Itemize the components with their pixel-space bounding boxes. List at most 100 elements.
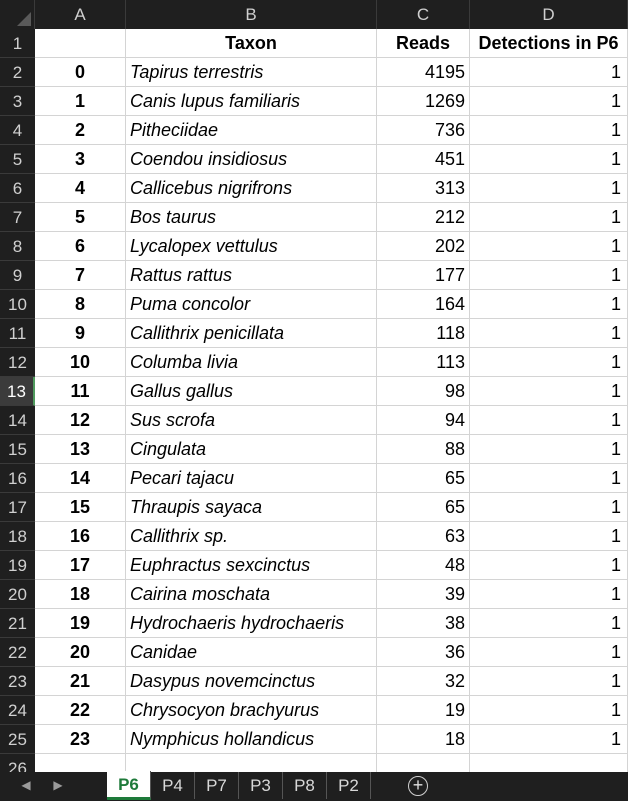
row-header[interactable]: 3: [0, 87, 35, 116]
header-cell-reads[interactable]: Reads: [377, 29, 470, 58]
cell-reads[interactable]: 32: [377, 667, 470, 696]
row-header[interactable]: 19: [0, 551, 35, 580]
cell-index[interactable]: 11: [35, 377, 126, 406]
column-header-b[interactable]: B: [126, 0, 377, 29]
cell-taxon[interactable]: Bos taurus: [126, 203, 377, 232]
cell-index[interactable]: 7: [35, 261, 126, 290]
cell-taxon[interactable]: Nymphicus hollandicus: [126, 725, 377, 754]
cell-reads[interactable]: 65: [377, 464, 470, 493]
cell-index[interactable]: 21: [35, 667, 126, 696]
sheet-tab-p6[interactable]: P6: [107, 771, 151, 800]
cell-detections[interactable]: 1: [470, 261, 628, 290]
row-header[interactable]: 9: [0, 261, 35, 290]
cell-reads[interactable]: 39: [377, 580, 470, 609]
cell-taxon[interactable]: Callithrix sp.: [126, 522, 377, 551]
cell-index[interactable]: 14: [35, 464, 126, 493]
cell-index[interactable]: 4: [35, 174, 126, 203]
cell-reads[interactable]: 113: [377, 348, 470, 377]
cell-taxon[interactable]: Gallus gallus: [126, 377, 377, 406]
cell-taxon[interactable]: Pitheciidae: [126, 116, 377, 145]
cell-index[interactable]: 9: [35, 319, 126, 348]
row-header[interactable]: 11: [0, 319, 35, 348]
cell-empty[interactable]: [35, 754, 126, 772]
cell-index[interactable]: 17: [35, 551, 126, 580]
cell-taxon[interactable]: Pecari tajacu: [126, 464, 377, 493]
cell-detections[interactable]: 1: [470, 377, 628, 406]
cell-reads[interactable]: 451: [377, 145, 470, 174]
sheet-tab-p4[interactable]: P4: [151, 772, 195, 799]
cell-index[interactable]: 19: [35, 609, 126, 638]
row-header[interactable]: 5: [0, 145, 35, 174]
header-cell-taxon[interactable]: Taxon: [126, 29, 377, 58]
header-cell-a[interactable]: [35, 29, 126, 58]
cell-detections[interactable]: 1: [470, 290, 628, 319]
row-header[interactable]: 14: [0, 406, 35, 435]
cell-reads[interactable]: 4195: [377, 58, 470, 87]
cell-taxon[interactable]: Dasypus novemcinctus: [126, 667, 377, 696]
sheet-tab-p8[interactable]: P8: [283, 772, 327, 799]
cell-reads[interactable]: 48: [377, 551, 470, 580]
cell-detections[interactable]: 1: [470, 464, 628, 493]
cell-taxon[interactable]: Rattus rattus: [126, 261, 377, 290]
chevron-right-icon[interactable]: ▶: [50, 778, 66, 792]
cell-taxon[interactable]: Chrysocyon brachyurus: [126, 696, 377, 725]
cell-detections[interactable]: 1: [470, 319, 628, 348]
cell-index[interactable]: 20: [35, 638, 126, 667]
column-header-d[interactable]: D: [470, 0, 628, 29]
row-header[interactable]: 21: [0, 609, 35, 638]
cell-taxon[interactable]: Hydrochaeris hydrochaeris: [126, 609, 377, 638]
cell-index[interactable]: 15: [35, 493, 126, 522]
row-header[interactable]: 16: [0, 464, 35, 493]
cell-detections[interactable]: 1: [470, 348, 628, 377]
cell-index[interactable]: 2: [35, 116, 126, 145]
cell-index[interactable]: 16: [35, 522, 126, 551]
row-header[interactable]: 13: [0, 377, 35, 406]
column-header-c[interactable]: C: [377, 0, 470, 29]
cell-index[interactable]: 3: [35, 145, 126, 174]
cell-reads[interactable]: 98: [377, 377, 470, 406]
row-header[interactable]: 12: [0, 348, 35, 377]
row-header[interactable]: 20: [0, 580, 35, 609]
cell-reads[interactable]: 38: [377, 609, 470, 638]
cell-reads[interactable]: 164: [377, 290, 470, 319]
cell-index[interactable]: 1: [35, 87, 126, 116]
cell-taxon[interactable]: Callithrix penicillata: [126, 319, 377, 348]
chevron-left-icon[interactable]: ◀: [18, 778, 34, 792]
cell-detections[interactable]: 1: [470, 145, 628, 174]
cell-detections[interactable]: 1: [470, 58, 628, 87]
cell-index[interactable]: 8: [35, 290, 126, 319]
header-cell-detections[interactable]: Detections in P6: [470, 29, 628, 58]
cell-index[interactable]: 10: [35, 348, 126, 377]
cell-index[interactable]: 12: [35, 406, 126, 435]
sheet-tab-p3[interactable]: P3: [239, 772, 283, 799]
cell-empty[interactable]: [126, 754, 377, 772]
cell-reads[interactable]: 736: [377, 116, 470, 145]
cell-taxon[interactable]: Cingulata: [126, 435, 377, 464]
cell-reads[interactable]: 118: [377, 319, 470, 348]
cell-taxon[interactable]: Columba livia: [126, 348, 377, 377]
cell-detections[interactable]: 1: [470, 522, 628, 551]
cell-index[interactable]: 18: [35, 580, 126, 609]
cell-detections[interactable]: 1: [470, 87, 628, 116]
cell-index[interactable]: 13: [35, 435, 126, 464]
cell-index[interactable]: 22: [35, 696, 126, 725]
sheet-tab-p2[interactable]: P2: [327, 772, 371, 799]
row-header[interactable]: 10: [0, 290, 35, 319]
row-header[interactable]: 6: [0, 174, 35, 203]
row-header[interactable]: 23: [0, 667, 35, 696]
cell-detections[interactable]: 1: [470, 203, 628, 232]
row-header[interactable]: 22: [0, 638, 35, 667]
row-header[interactable]: 4: [0, 116, 35, 145]
cell-taxon[interactable]: Cairina moschata: [126, 580, 377, 609]
cell-detections[interactable]: 1: [470, 638, 628, 667]
cell-reads[interactable]: 202: [377, 232, 470, 261]
cell-reads[interactable]: 19: [377, 696, 470, 725]
cell-taxon[interactable]: Lycalopex vettulus: [126, 232, 377, 261]
cell-detections[interactable]: 1: [470, 609, 628, 638]
cell-detections[interactable]: 1: [470, 696, 628, 725]
cell-reads[interactable]: 313: [377, 174, 470, 203]
cell-index[interactable]: 23: [35, 725, 126, 754]
cell-reads[interactable]: 177: [377, 261, 470, 290]
cell-reads[interactable]: 18: [377, 725, 470, 754]
plus-circle-icon[interactable]: +: [408, 776, 428, 796]
